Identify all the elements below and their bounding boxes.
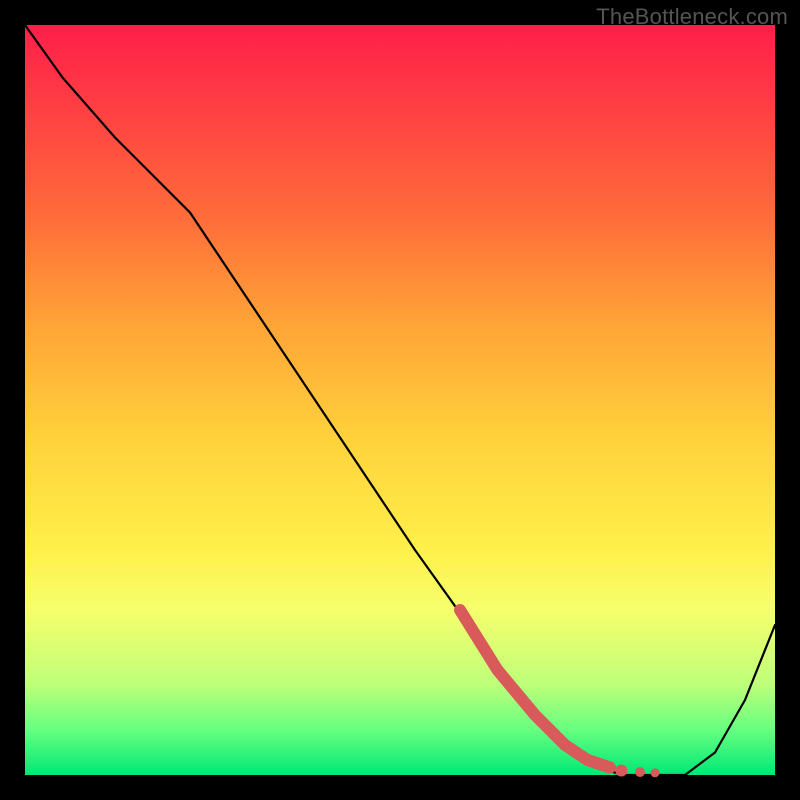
plot-area — [25, 25, 775, 775]
curve-layer — [25, 25, 775, 775]
bottleneck-curve — [25, 25, 775, 775]
highlight-dot — [651, 768, 660, 777]
highlight-dots — [615, 765, 659, 778]
highlight-dot — [615, 765, 627, 777]
chart-frame: TheBottleneck.com — [0, 0, 800, 800]
highlight-dot — [635, 767, 645, 777]
highlight-segment — [460, 610, 610, 768]
